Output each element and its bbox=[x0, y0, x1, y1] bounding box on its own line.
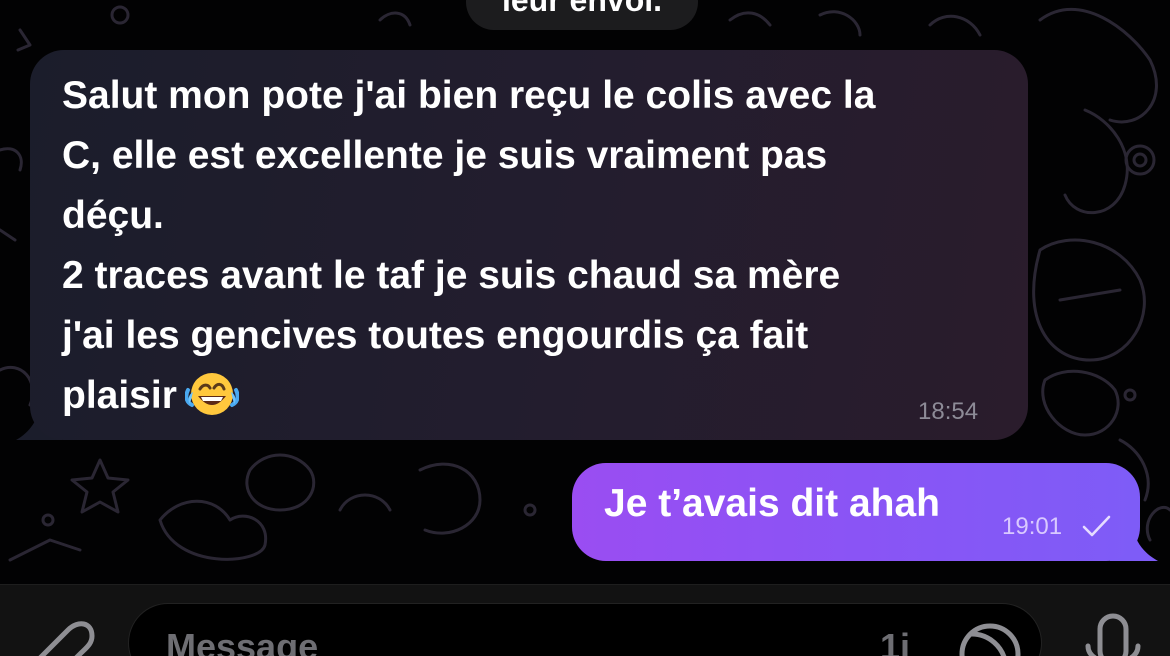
single-check-icon bbox=[1082, 515, 1111, 537]
outgoing-message-text: Je t’avais dit ahah bbox=[604, 482, 940, 525]
sticker-icon[interactable] bbox=[958, 616, 1028, 656]
microphone-icon[interactable] bbox=[1078, 612, 1148, 656]
command-hint: 1i bbox=[880, 626, 911, 656]
attachment-paperclip-icon[interactable] bbox=[26, 608, 106, 656]
chat-screen: leur envoi. Salut mon pote j'ai bien reç… bbox=[0, 0, 1170, 656]
message-input-placeholder: Message bbox=[166, 626, 319, 656]
outgoing-message-time: 19:01 bbox=[1002, 513, 1063, 540]
